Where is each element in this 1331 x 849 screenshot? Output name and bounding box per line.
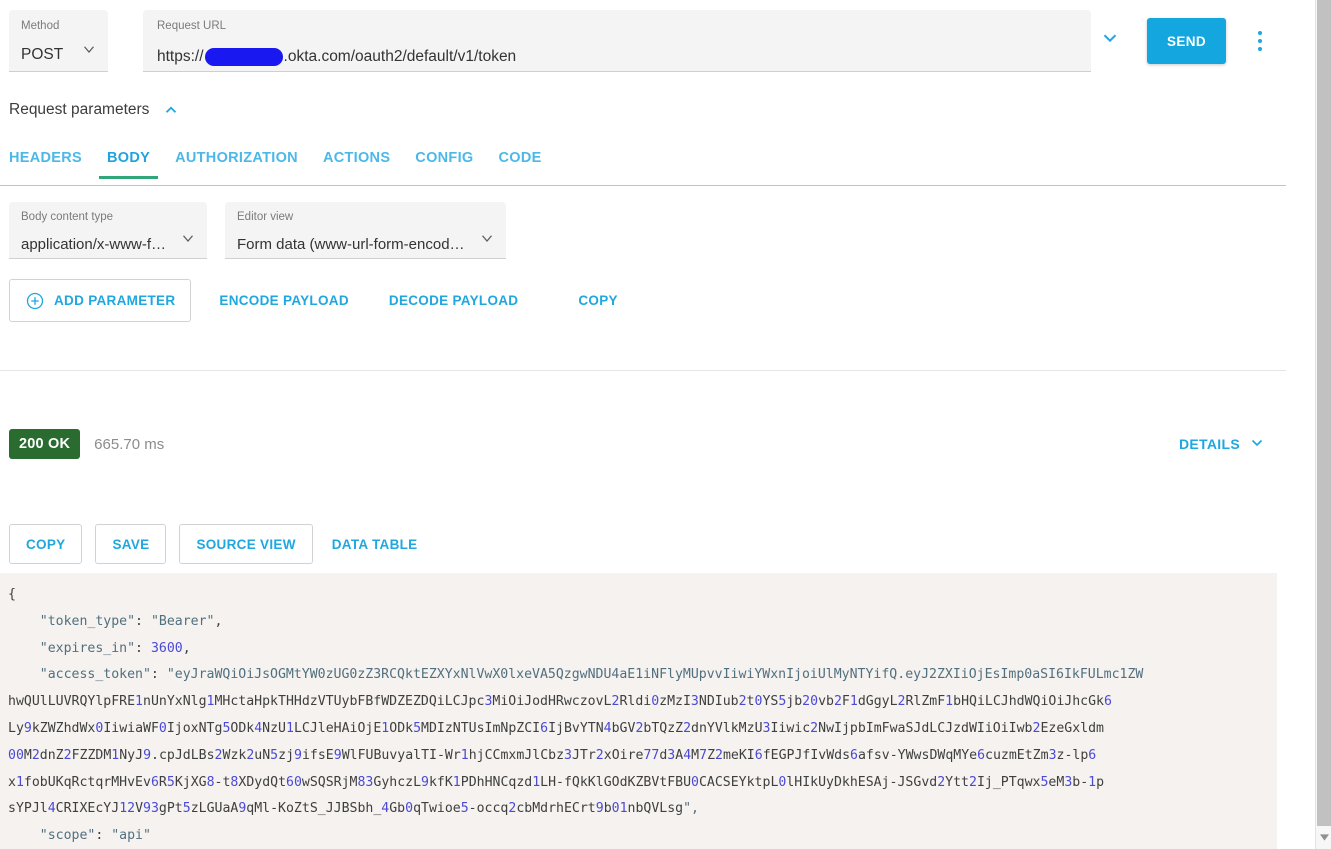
request-expand-chevron-down-icon[interactable] xyxy=(1095,22,1125,52)
response-data-table-button[interactable]: DATA TABLE xyxy=(326,524,424,564)
send-button[interactable]: SEND xyxy=(1147,18,1226,64)
status-badge: 200 OK xyxy=(9,429,80,459)
request-parameters-header[interactable]: Request parameters xyxy=(9,101,180,119)
tab-headers[interactable]: HEADERS xyxy=(9,150,82,178)
scrollbar-down-arrow-icon[interactable] xyxy=(1317,826,1331,849)
response-toolbar: COPY SAVE SOURCE VIEW DATA TABLE xyxy=(9,524,423,564)
request-url-input[interactable]: Request URL https:// .okta.com/oauth2/def… xyxy=(143,10,1091,72)
page-scrollbar[interactable] xyxy=(1315,0,1331,849)
response-source-view-button[interactable]: SOURCE VIEW xyxy=(179,524,312,564)
body-content-type-select[interactable]: Body content type application/x-www-f… xyxy=(9,202,207,259)
add-parameter-button[interactable]: ADD PARAMETER xyxy=(9,279,191,322)
url-suffix: .okta.com/oauth2/default/v1/token xyxy=(284,49,517,65)
request-tabs: HEADERS BODY AUTHORIZATION ACTIONS CONFI… xyxy=(0,150,1286,186)
body-content-type-label: Body content type xyxy=(21,212,195,224)
chevron-down-icon xyxy=(1248,433,1266,454)
chevron-up-icon[interactable] xyxy=(162,101,180,119)
response-save-button[interactable]: SAVE xyxy=(95,524,166,564)
details-label: DETAILS xyxy=(1179,436,1240,452)
parameter-actions: ADD PARAMETER ENCODE PAYLOAD DECODE PAYL… xyxy=(9,279,632,322)
main-content: Method POST Request URL https:// .okta.co… xyxy=(0,0,1315,849)
url-prefix: https:// xyxy=(157,49,204,65)
section-divider xyxy=(0,370,1286,371)
chevron-down-icon[interactable] xyxy=(80,40,98,58)
tab-config[interactable]: CONFIG xyxy=(415,150,473,178)
editor-view-label: Editor view xyxy=(237,212,494,224)
scrollbar-thumb[interactable] xyxy=(1317,0,1331,826)
response-body-code: { "token_type": "Bearer", "expires_in": … xyxy=(8,582,1277,849)
response-status-row: 200 OK 665.70 ms DETAILS xyxy=(9,429,1315,459)
body-options: Body content type application/x-www-f… E… xyxy=(9,202,506,259)
tab-actions[interactable]: ACTIONS xyxy=(323,150,390,178)
redaction-block xyxy=(205,48,283,66)
tab-body[interactable]: BODY xyxy=(107,150,150,178)
tab-authorization[interactable]: AUTHORIZATION xyxy=(175,150,298,178)
request-parameters-label: Request parameters xyxy=(9,101,149,119)
kebab-menu-icon[interactable] xyxy=(1250,26,1270,56)
tab-code[interactable]: CODE xyxy=(498,150,541,178)
decode-payload-button[interactable]: DECODE PAYLOAD xyxy=(375,279,532,322)
request-url-value: https:// .okta.com/oauth2/default/v1/toke… xyxy=(157,48,1077,66)
request-url-label: Request URL xyxy=(157,21,1077,33)
method-label: Method xyxy=(21,21,96,33)
response-copy-button[interactable]: COPY xyxy=(9,524,82,564)
chevron-down-icon[interactable] xyxy=(179,229,197,247)
app-root: Method POST Request URL https:// .okta.co… xyxy=(0,0,1331,849)
add-parameter-label: ADD PARAMETER xyxy=(54,293,175,308)
editor-view-select[interactable]: Editor view Form data (www-url-form-enco… xyxy=(225,202,506,259)
response-body-panel[interactable]: { "token_type": "Bearer", "expires_in": … xyxy=(0,573,1277,849)
encode-payload-button[interactable]: ENCODE PAYLOAD xyxy=(205,279,362,322)
copy-payload-button[interactable]: COPY xyxy=(564,279,631,322)
details-button[interactable]: DETAILS xyxy=(1179,433,1266,454)
method-select[interactable]: Method POST xyxy=(9,10,108,72)
plus-circle-icon xyxy=(25,291,45,311)
body-content-type-value: application/x-www-f… xyxy=(21,237,195,252)
editor-view-value: Form data (www-url-form-encod… xyxy=(237,237,494,252)
response-duration: 665.70 ms xyxy=(94,436,164,453)
chevron-down-icon[interactable] xyxy=(478,229,496,247)
